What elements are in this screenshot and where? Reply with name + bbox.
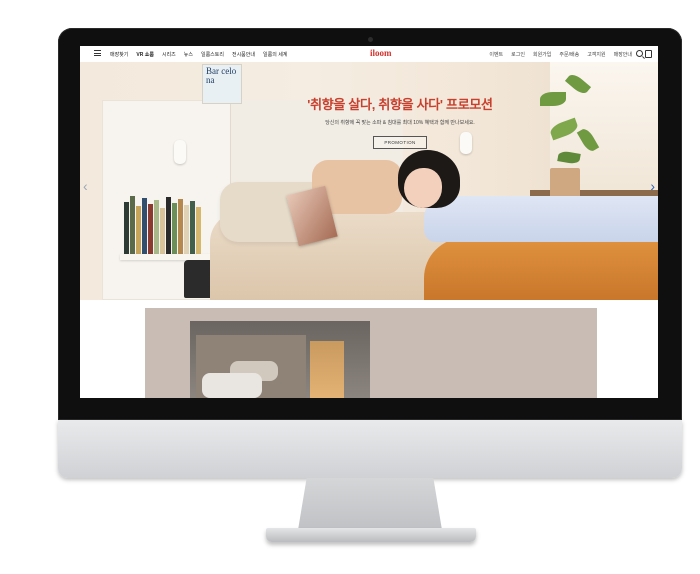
hamburger-icon[interactable] [94,50,101,56]
blanket [424,238,658,300]
search-icon[interactable] [636,50,643,57]
chevron-left-icon[interactable]: ‹ [83,178,88,194]
shopping-bag-icon[interactable] [645,50,652,58]
barcelona-poster: Bar celo na [202,64,242,104]
chevron-right-icon[interactable]: › [650,178,655,194]
site-header: 매장찾기 VR 쇼룸 시리즈 뉴스 일룸스토리 전시품안내 일룸의 세계 ilo… [80,46,658,63]
nav-item-store-finder[interactable]: 매장찾기 [110,51,128,58]
nav-item-login[interactable]: 로그인 [511,51,525,58]
nav-item-world[interactable]: 일룸의 세계 [263,51,287,58]
person-face [404,168,442,208]
monitor-chin [58,420,682,478]
primary-nav: 매장찾기 VR 쇼룸 시리즈 뉴스 일룸스토리 전시품안내 일룸의 세계 [110,51,287,58]
nav-item-support[interactable]: 고객지원 [587,51,605,58]
nav-item-vr-showroom[interactable]: VR 쇼룸 [136,51,154,58]
nav-item-signup[interactable]: 회원가입 [533,51,551,58]
hero-copy: '취향을 살다, 취향을 사다' 프로모션 당신의 취향에 꼭 맞는 소파 & … [240,94,560,149]
monitor-stand-neck [298,478,442,530]
monitor: 매장찾기 VR 쇼룸 시리즈 뉴스 일룸스토리 전시품안내 일룸의 세계 ilo… [0,0,700,574]
plant-pot [550,168,580,198]
nav-item-events[interactable]: 이벤트 [489,51,503,58]
monitor-stand-base [266,528,476,542]
nav-item-display-items[interactable]: 전시품안내 [232,51,255,58]
webcam-icon [368,37,373,42]
nav-item-orders[interactable]: 주문/배송 [559,51,579,58]
nav-item-news[interactable]: 뉴스 [184,51,193,58]
lamp-image [310,341,344,398]
hero-title: '취향을 살다, 취향을 사다' 프로모션 [307,97,493,112]
screen: 매장찾기 VR 쇼룸 시리즈 뉴스 일룸스토리 전시품안내 일룸의 세계 ilo… [80,46,658,398]
wall-lamp-left [174,140,186,164]
hero-subtitle: 당신의 취향에 꼭 맞는 소파 & 침대를 최대 10% 혜택과 함께 만나보세… [325,120,475,126]
bookshelf-books [124,194,202,254]
nav-item-story[interactable]: 일룸스토리 [201,51,224,58]
bedroom-photo[interactable] [190,321,370,398]
hero-banner[interactable]: Bar celo na '취향을 살다, 취향을 사다' 프로모션 당신의 취향… [80,62,658,300]
nav-item-store-info[interactable]: 매장안내 [614,51,632,58]
pillow [202,373,262,398]
person-shirt [424,196,658,242]
nav-item-series[interactable]: 시리즈 [162,51,176,58]
utility-nav: 이벤트 로그인 회원가입 주문/배송 고객지원 매장안내 [489,51,632,58]
promotion-button[interactable]: PROMOTION [373,136,427,149]
brand-logo[interactable]: iloom [370,48,392,58]
